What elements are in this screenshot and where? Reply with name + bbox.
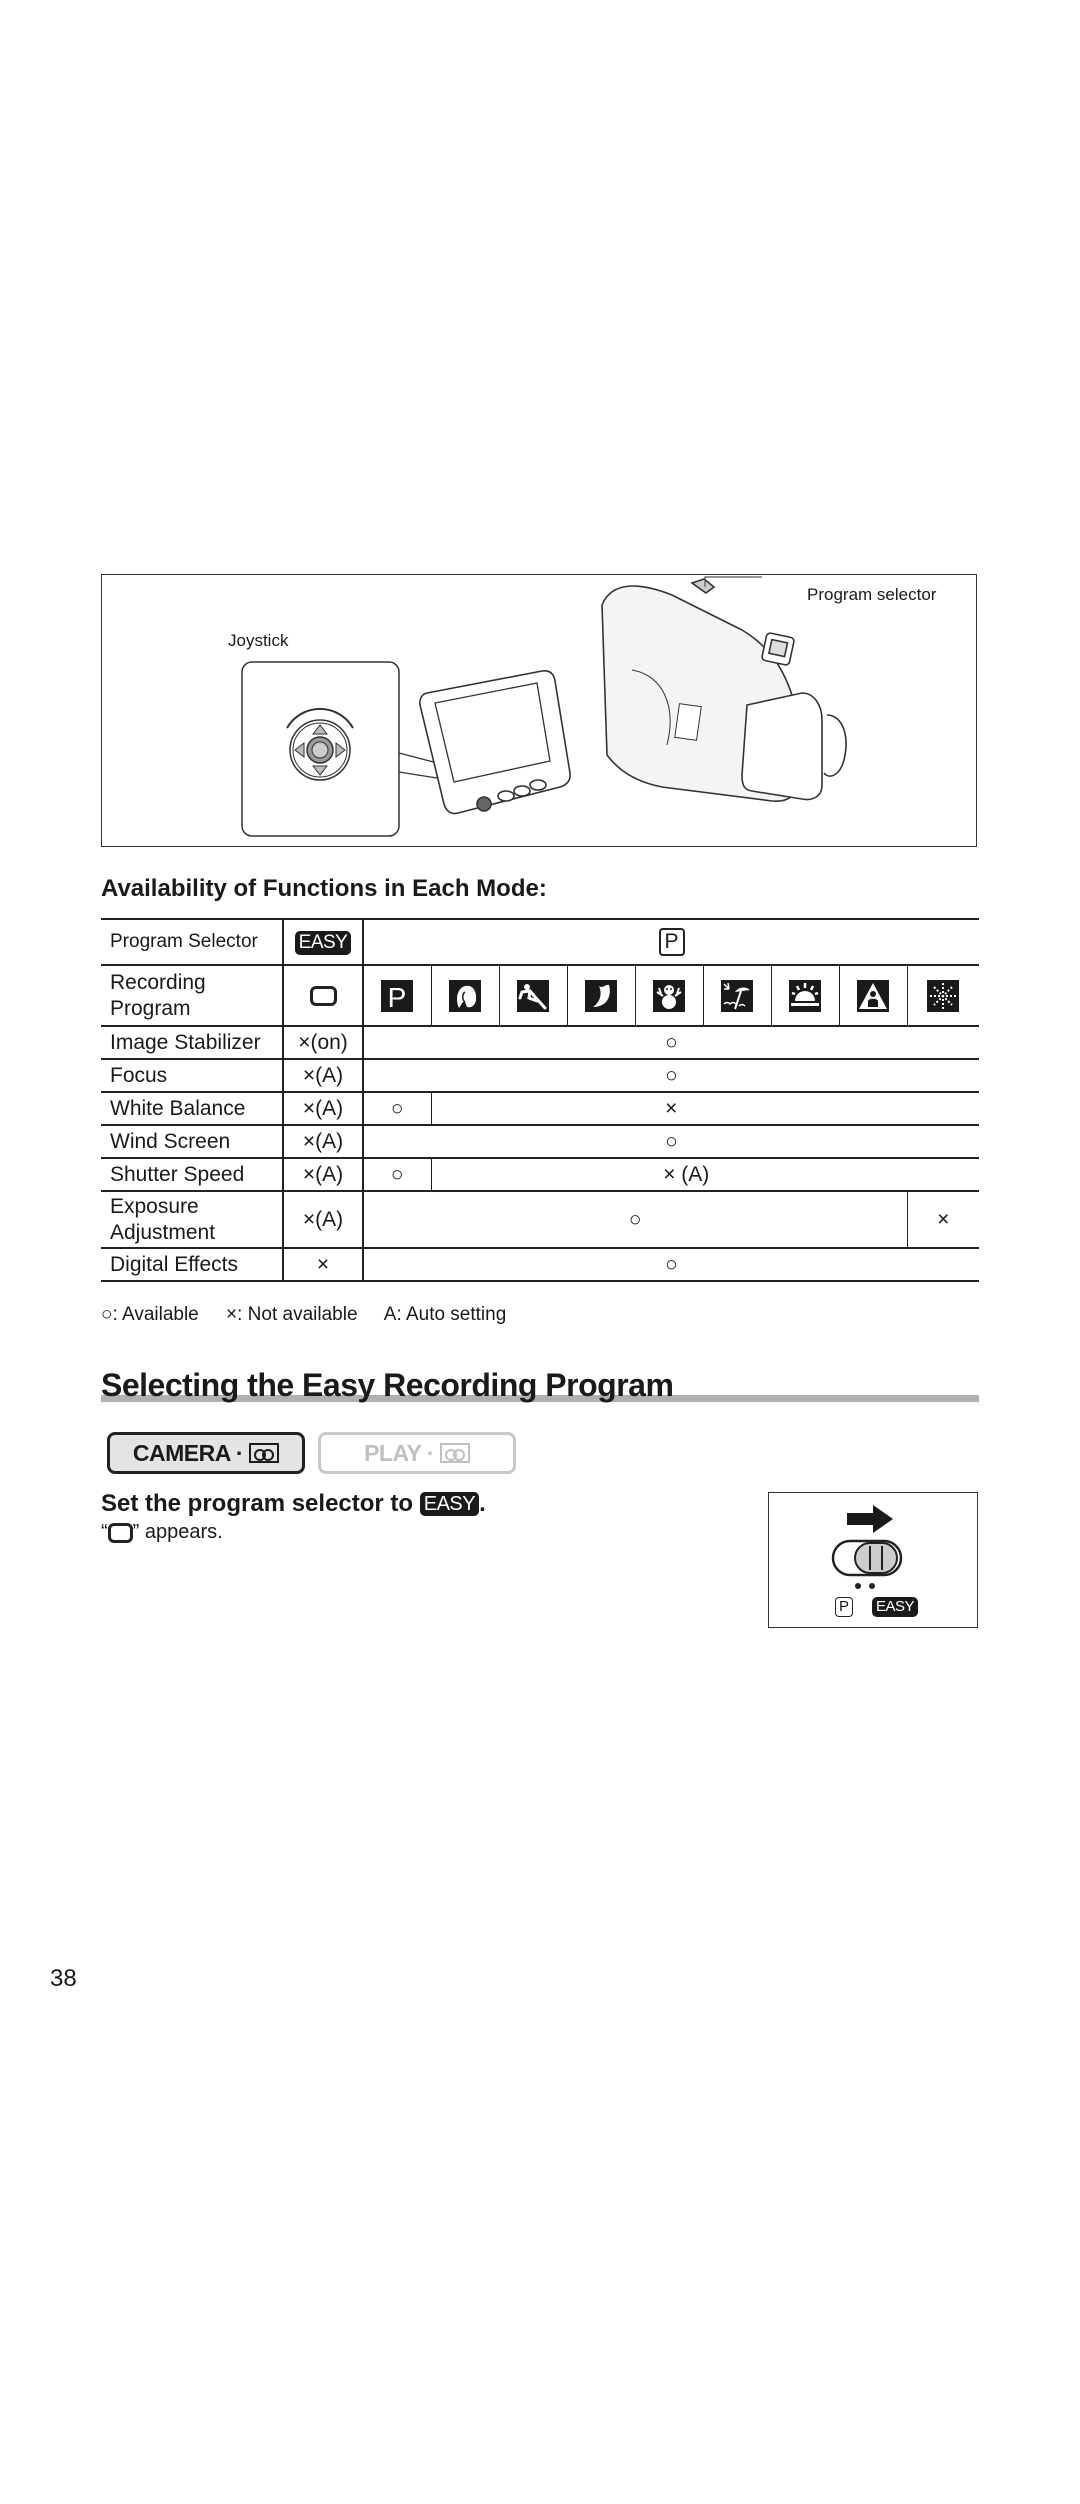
svg-text:P: P <box>388 982 407 1012</box>
fireworks-value: × <box>906 1190 979 1249</box>
program-cell <box>566 964 635 1027</box>
table-row: Digital Effects × ○ <box>101 1247 979 1282</box>
table-row: Shutter Speed ×(A) ○ × (A) <box>101 1157 979 1192</box>
camcorder-drawing <box>241 576 847 837</box>
p-value: ○ <box>362 1124 979 1159</box>
row-label: Wind Screen <box>101 1124 283 1159</box>
page-number: 38 <box>50 1965 77 1992</box>
program-cell: P <box>362 964 431 1027</box>
legend-not-available: ×: Not available <box>226 1304 358 1325</box>
tape-icon <box>439 1443 470 1463</box>
table-row: Image Stabilizer ×(on) ○ <box>101 1025 979 1060</box>
easy-badge: EASY <box>419 1492 480 1516</box>
arrow-right-icon <box>847 1505 893 1533</box>
row-label: Program Selector <box>101 918 283 966</box>
program-cell <box>838 964 907 1027</box>
camcorder-body <box>601 578 847 802</box>
label-line: Adjustment <box>110 1220 216 1244</box>
program-cell <box>634 964 703 1027</box>
legend-auto: A: Auto setting <box>383 1304 507 1325</box>
program-cell <box>702 964 771 1027</box>
row-label: Recording Program <box>101 964 283 1027</box>
p-program-icon: P <box>381 979 414 1012</box>
scene-value: × (A) <box>430 1157 979 1192</box>
easy-value: ×(A) <box>282 1190 363 1249</box>
program-cell <box>498 964 567 1027</box>
table-row: Wind Screen ×(A) ○ <box>101 1124 979 1159</box>
sunset-icon <box>789 979 821 1012</box>
quote-open: “ <box>101 1521 108 1543</box>
p-label: P <box>835 1597 853 1617</box>
camera-mode-indicator: CAMERA · <box>107 1432 305 1474</box>
row-label: Exposure Adjustment <box>101 1190 283 1249</box>
p-program-value: ○ <box>362 1091 431 1126</box>
step-period: . <box>479 1490 486 1517</box>
easy-program-icon <box>309 985 337 1006</box>
label-line: Exposure <box>110 1194 199 1218</box>
lcd-panel <box>419 670 571 815</box>
step-note: “ ” appears. <box>101 1521 223 1544</box>
snow-icon <box>653 979 685 1012</box>
easy-value: ×(A) <box>282 1124 363 1159</box>
play-mode-label: PLAY · <box>364 1439 434 1466</box>
program-cell <box>770 964 839 1027</box>
availability-title: Availability of Functions in Each Mode: <box>101 875 547 902</box>
joystick-label: Joystick <box>228 631 289 650</box>
scene-value: × <box>430 1091 979 1126</box>
p-value: ○ <box>362 1058 979 1093</box>
row-label: Shutter Speed <box>101 1157 283 1192</box>
easy-cell: EASY <box>282 918 363 966</box>
p-program-value: ○ <box>362 1157 431 1192</box>
row-label: White Balance <box>101 1091 283 1126</box>
availability-table: Program Selector EASY P Recording Program… <box>101 918 979 1282</box>
easy-badge: EASY <box>294 930 352 955</box>
camera-mode-label: CAMERA · <box>132 1439 244 1466</box>
beach-icon <box>721 979 753 1012</box>
table-row-program-selector: Program Selector EASY P <box>101 918 979 966</box>
label-line: Recording <box>110 970 206 994</box>
easy-value: ×(A) <box>282 1157 363 1192</box>
label-line: Program <box>110 996 191 1020</box>
camcorder-illustration: Joystick Program selector <box>101 574 977 847</box>
row-label: Image Stabilizer <box>101 1025 283 1060</box>
p-value: ○ <box>362 1247 979 1282</box>
table-legend: ○: Available ×: Not available A: Auto se… <box>101 1304 528 1326</box>
program-cell <box>430 964 499 1027</box>
program-selector-figure: P EASY <box>768 1492 978 1628</box>
step-text: Set the program selector to <box>101 1490 414 1517</box>
program-selector-label: Program selector <box>807 585 937 604</box>
fireworks-icon <box>927 979 960 1012</box>
p-value: ○ <box>362 1025 979 1060</box>
legend-available: ○: Available <box>101 1304 199 1325</box>
step-instruction: Set the program selector to EASY. <box>101 1490 486 1518</box>
row-label: Focus <box>101 1058 283 1093</box>
program-cell <box>906 964 979 1027</box>
tape-icon <box>249 1443 280 1463</box>
spotlight-icon <box>857 979 889 1012</box>
table-row: Focus ×(A) ○ <box>101 1058 979 1093</box>
table-row: Exposure Adjustment ×(A) ○ × <box>101 1190 979 1249</box>
row-label: Digital Effects <box>101 1247 283 1282</box>
p-cell: P <box>362 918 979 966</box>
table-row-recording-program: Recording Program P <box>101 964 979 1027</box>
easy-program-icon <box>107 1522 133 1543</box>
program-selector-text: Program Selector <box>110 931 258 952</box>
table-row: White Balance ×(A) ○ × <box>101 1091 979 1126</box>
easy-value: ×(A) <box>282 1091 363 1126</box>
note-text: ” appears. <box>132 1521 223 1543</box>
p-value: ○ <box>362 1190 907 1249</box>
easy-program-cell <box>282 964 363 1027</box>
sports-icon <box>517 979 549 1012</box>
portrait-icon <box>449 979 481 1012</box>
slide-switch-icon <box>831 1539 903 1577</box>
easy-value: ×(on) <box>282 1025 363 1060</box>
easy-value: × <box>282 1247 363 1282</box>
easy-label: EASY <box>872 1597 919 1617</box>
play-mode-indicator: PLAY · <box>318 1432 516 1474</box>
night-icon <box>585 979 617 1012</box>
p-badge: P <box>658 928 685 956</box>
section-title: Selecting the Easy Recording Program <box>101 1367 674 1403</box>
easy-value: ×(A) <box>282 1058 363 1093</box>
